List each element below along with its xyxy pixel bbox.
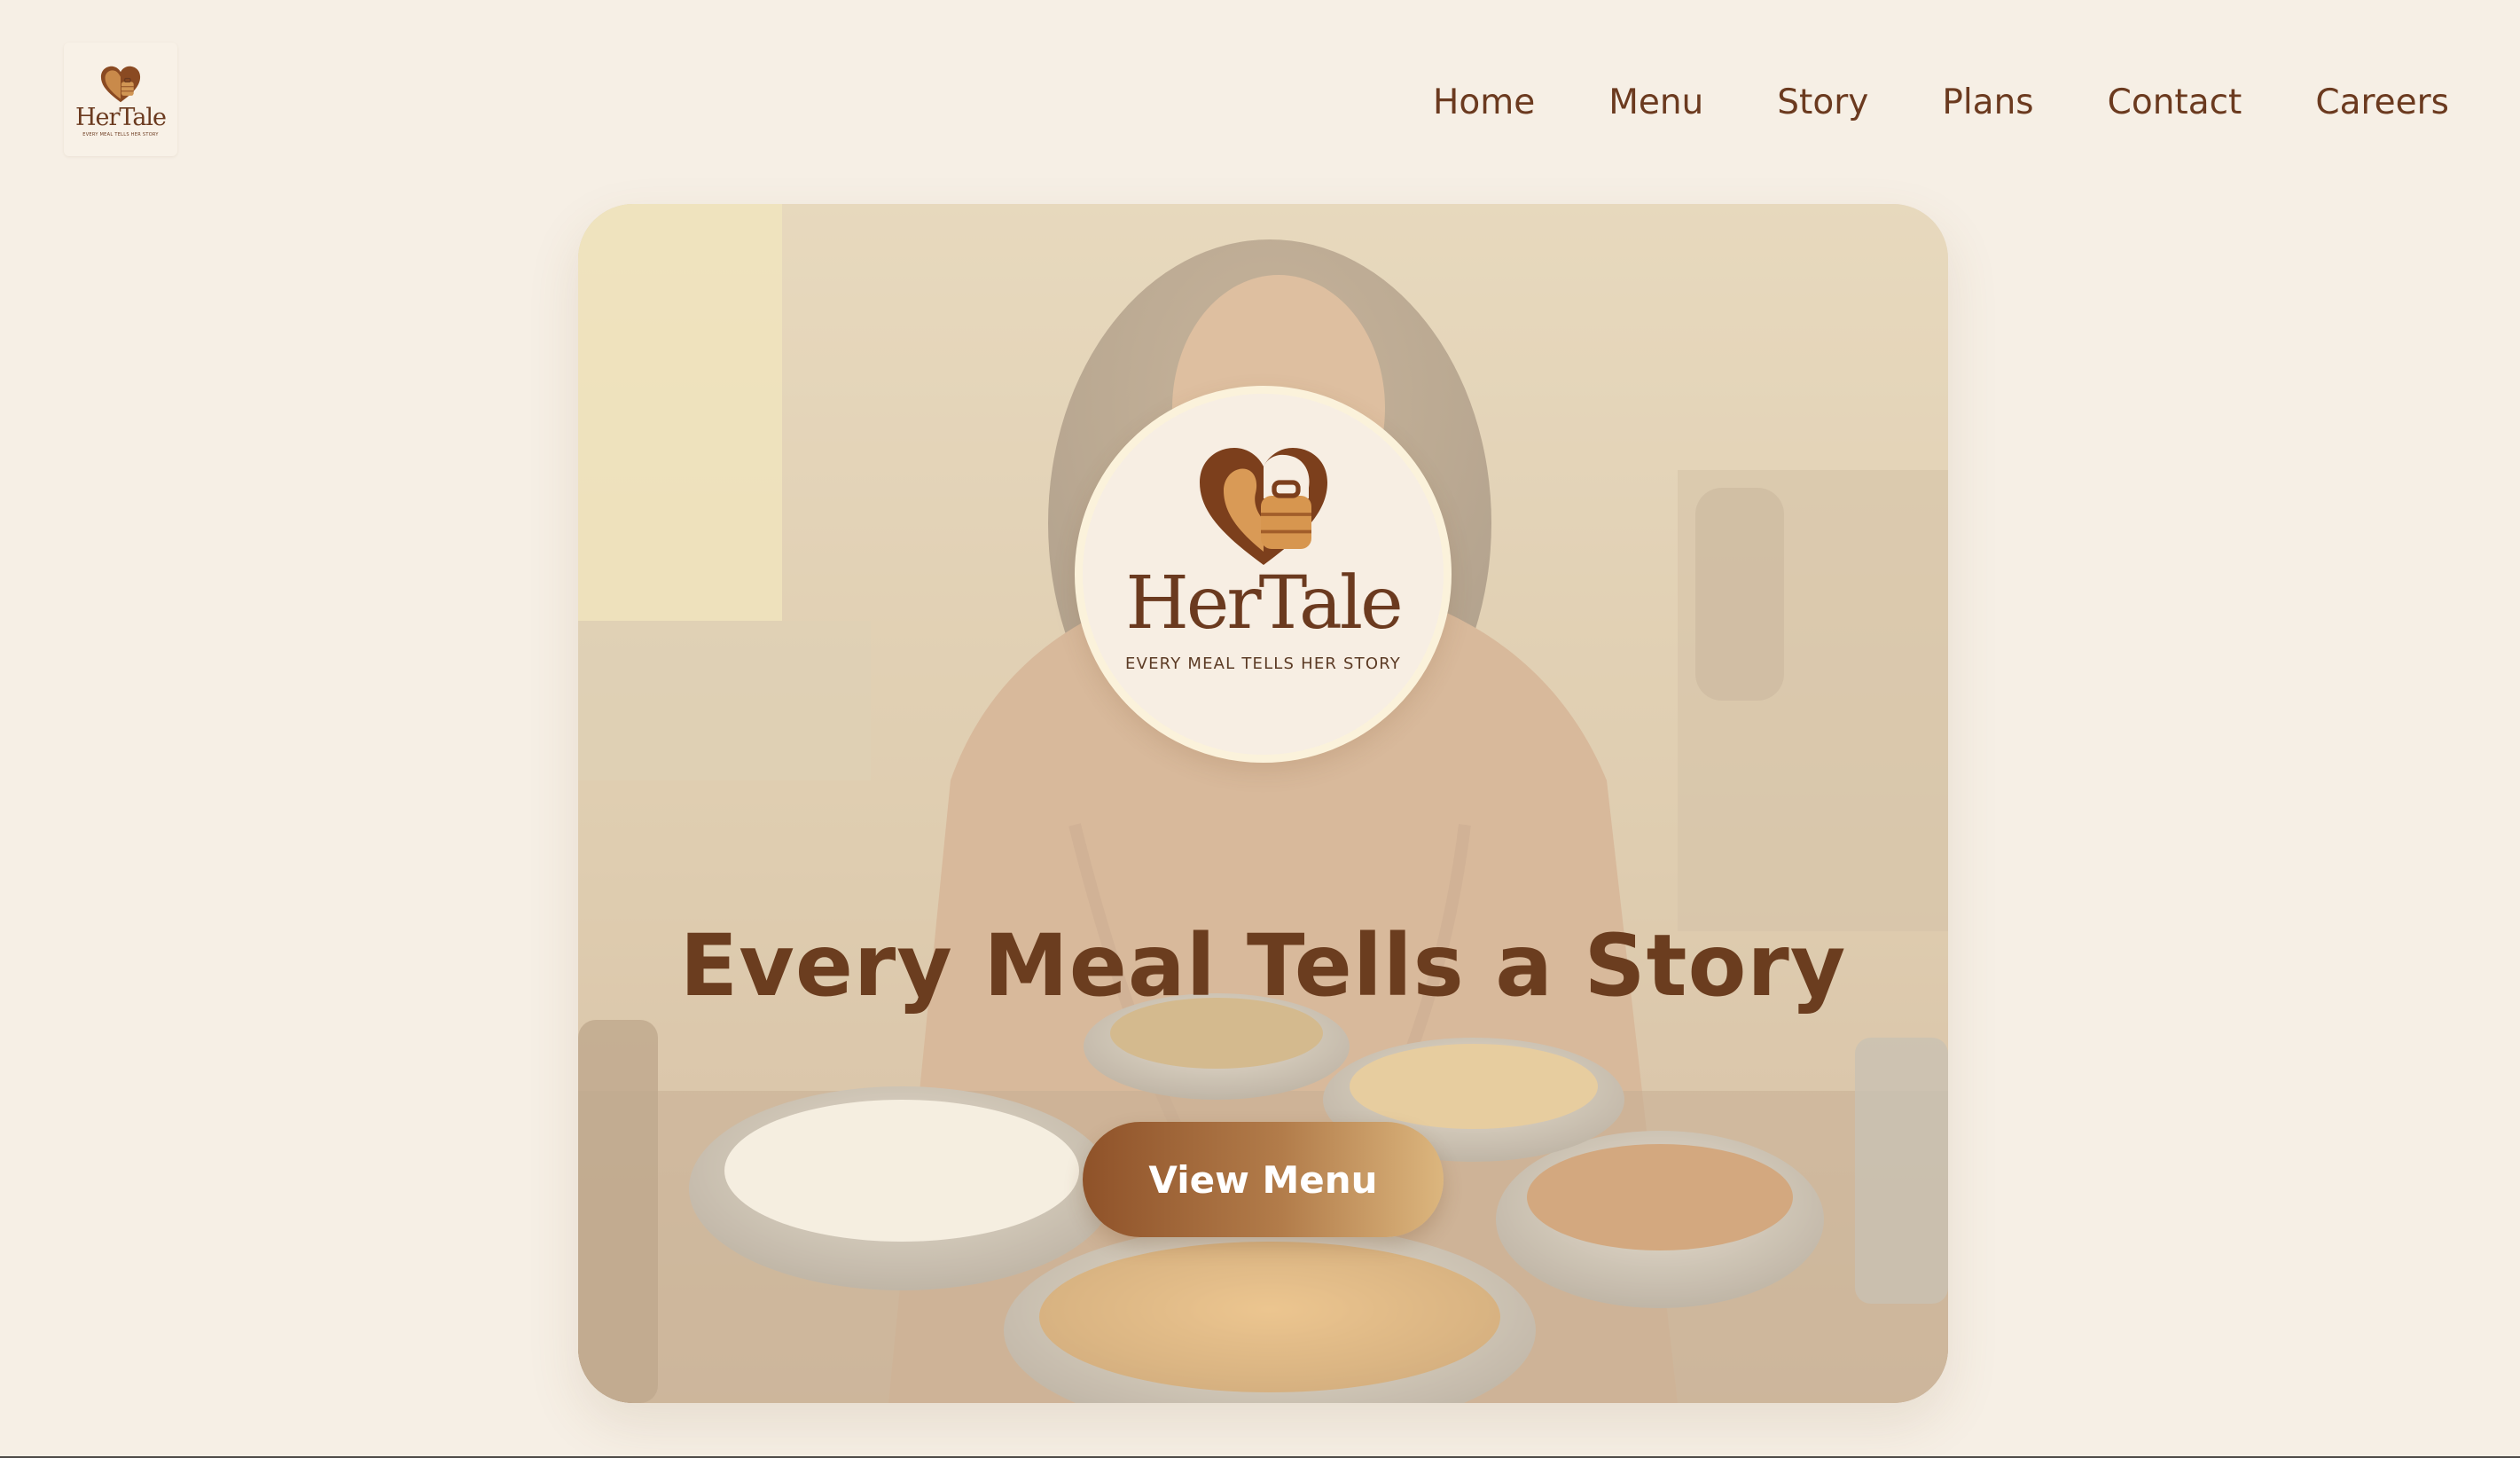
hero-card: HerTale EVERY MEAL TELLS HER STORY Every…	[578, 204, 1948, 1403]
nav-link-menu[interactable]: Menu	[1608, 76, 1703, 129]
hero-title: Every Meal Tells a Story	[679, 916, 1847, 1015]
view-menu-button[interactable]: View Menu	[1083, 1122, 1444, 1237]
site-header: HerTale EVERY MEAL TELLS HER STORY Home …	[0, 0, 2520, 195]
nav-link-careers[interactable]: Careers	[2315, 76, 2449, 129]
nav-link-plans[interactable]: Plans	[1942, 76, 2033, 129]
main-nav: Home Menu Story Plans Contact Careers	[1433, 76, 2449, 129]
header-logo-wordmark: HerTale	[74, 104, 167, 131]
hero-logo-tagline: EVERY MEAL TELLS HER STORY	[1125, 655, 1401, 673]
nav-link-story[interactable]: Story	[1777, 76, 1868, 129]
heart-tiffin-logo-icon	[1199, 448, 1327, 565]
heart-tiffin-logo-icon	[100, 66, 141, 103]
header-logo[interactable]: HerTale EVERY MEAL TELLS HER STORY	[64, 43, 177, 156]
hero-logo-wordmark: HerTale	[1125, 561, 1403, 646]
nav-link-contact[interactable]: Contact	[2108, 76, 2242, 129]
hero-logo-badge: HerTale EVERY MEAL TELLS HER STORY	[1075, 386, 1452, 763]
header-logo-tagline: EVERY MEAL TELLS HER STORY	[82, 132, 159, 137]
nav-link-home[interactable]: Home	[1433, 76, 1535, 129]
